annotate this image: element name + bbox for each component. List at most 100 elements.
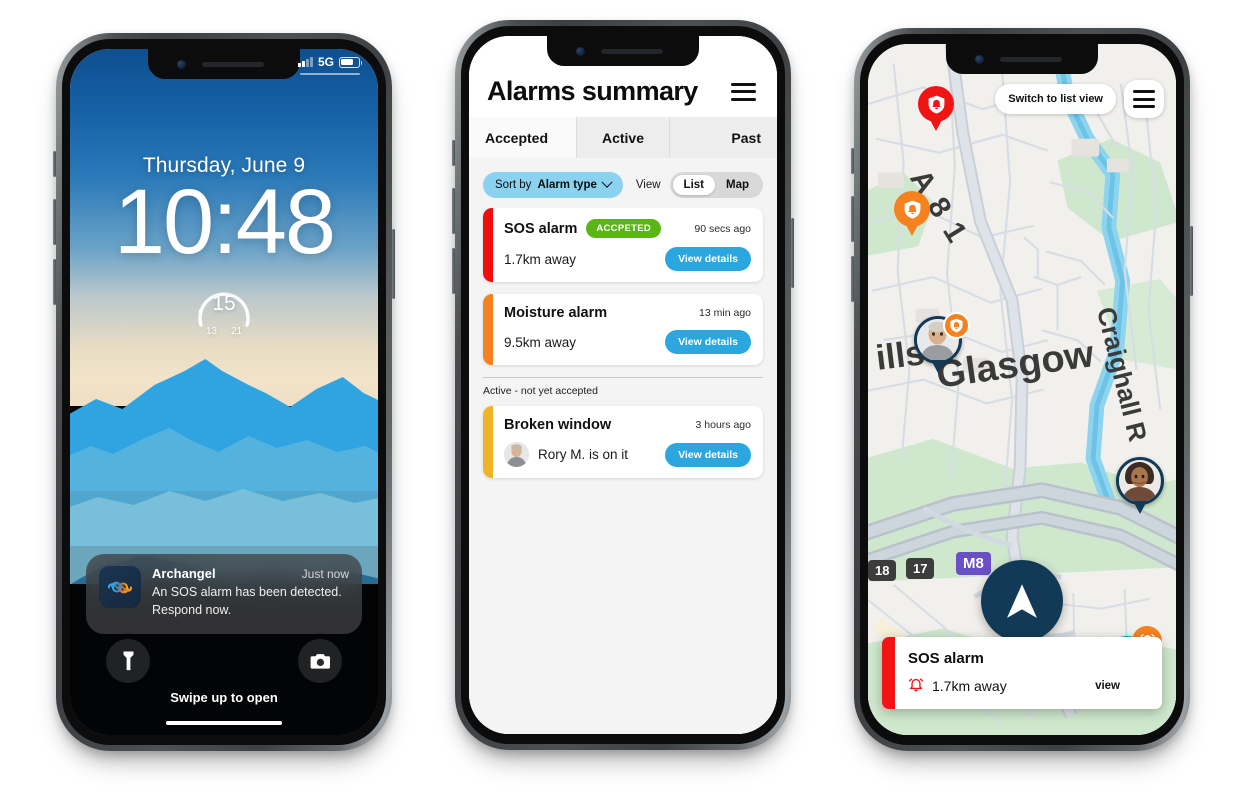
alarm-card-title-group: SOS alarm ACCPETED <box>504 219 661 238</box>
power-button[interactable] <box>1190 226 1193 296</box>
alarm-card-broken-window[interactable]: Broken window 3 hours ago Rory M. is on … <box>483 406 763 478</box>
flashlight-icon[interactable] <box>106 639 150 683</box>
hamburger-menu-icon[interactable] <box>1124 80 1164 118</box>
severity-stripe <box>882 637 895 709</box>
tab-accepted[interactable]: Accepted <box>469 117 578 158</box>
front-camera-icon <box>176 59 186 69</box>
front-camera-icon <box>974 54 984 64</box>
alarm-card-top-row: Broken window 3 hours ago <box>504 417 751 433</box>
alarm-timestamp: 90 secs ago <box>694 222 751 235</box>
view-option-list[interactable]: List <box>672 175 715 195</box>
notification-line-2: Respond now. <box>152 602 232 617</box>
alarm-timestamp: 3 hours ago <box>695 419 751 431</box>
view-details-button[interactable]: View details <box>665 442 751 467</box>
page-title: Alarms summary <box>487 76 698 106</box>
battery-icon <box>339 56 363 68</box>
alarm-card-title-group: Broken window <box>504 417 611 433</box>
alarm-card-title-group: Moisture alarm <box>504 305 607 321</box>
avatar-portrait <box>504 442 529 467</box>
shield-alarm-glyph <box>950 318 963 333</box>
status-bar: 5G <box>298 55 363 69</box>
earpiece-speaker <box>201 61 264 67</box>
sort-dropdown[interactable]: Sort by Alarm type <box>483 172 623 198</box>
lock-screen-display: 5G Thursday, June 9 10:48 15 13 21 Archa… <box>70 49 378 735</box>
notification-line-1: An SOS alarm has been detected. <box>152 585 342 599</box>
earpiece-speaker <box>999 56 1062 62</box>
severity-stripe <box>483 294 493 365</box>
tab-past[interactable]: Past <box>669 117 777 158</box>
map-screen-display: A 8 1 ills Glasgow Craighall R B 18 17 M… <box>868 44 1176 735</box>
tab-bar: Accepted Active Past <box>469 117 777 158</box>
alarm-distance: 1.7km away <box>932 677 1007 694</box>
temperature-range: 13 21 <box>188 326 260 337</box>
alarm-card-moisture[interactable]: Moisture alarm 13 min ago 9.5km away Vie… <box>483 294 763 365</box>
volume-up-button[interactable] <box>452 188 455 234</box>
network-type-label: 5G <box>317 55 334 69</box>
hamburger-menu-icon[interactable] <box>728 80 759 104</box>
alarm-title: Moisture alarm <box>504 305 608 321</box>
navigation-arrow-glyph <box>1004 581 1040 621</box>
signal-bars-icon <box>298 57 313 67</box>
alarm-card-bottom-row: Rory M. is on it View details <box>504 442 751 467</box>
map-alarm-card[interactable]: SOS alarm 1.7km away view <box>882 637 1162 709</box>
shield-alarm-icon <box>928 95 944 114</box>
junction-shield-17: 17 <box>906 558 935 579</box>
alarm-card-body: Broken window 3 hours ago Rory M. is on … <box>493 406 763 478</box>
map-pin-moisture[interactable] <box>894 191 930 227</box>
responder-avatar-second[interactable] <box>1116 457 1164 514</box>
notification-banner[interactable]: Archangel Just now An SOS alarm has been… <box>86 554 362 634</box>
status-underline <box>300 73 360 75</box>
navigation-arrow-icon[interactable] <box>981 560 1063 642</box>
mute-switch[interactable] <box>452 140 455 166</box>
responder-avatar-rory[interactable] <box>914 312 970 373</box>
temperature-widget[interactable]: 15 13 21 <box>188 281 260 339</box>
alarm-card-top-row: Moisture alarm 13 min ago <box>504 305 751 321</box>
view-details-button[interactable]: View details <box>665 330 751 354</box>
view-switcher: View List Map <box>636 172 763 198</box>
power-button[interactable] <box>392 229 395 299</box>
avatar-pin-tail <box>1133 501 1147 514</box>
volume-down-button[interactable] <box>53 259 56 305</box>
alarm-card-bottom-row: 1.7km away View details <box>504 247 751 271</box>
view-segmented-control: List Map <box>669 172 763 198</box>
alarm-timestamp: 13 min ago <box>699 307 751 319</box>
alarm-list: SOS alarm ACCPETED 90 secs ago 1.7km awa… <box>469 208 777 734</box>
alarm-distance-group: 1.7km away <box>908 677 1007 694</box>
volume-down-button[interactable] <box>851 256 854 302</box>
mute-switch[interactable] <box>53 151 56 177</box>
alarm-card-body: SOS alarm ACCPETED 90 secs ago 1.7km awa… <box>493 208 763 282</box>
avatar <box>1116 457 1164 505</box>
volume-down-button[interactable] <box>452 248 455 294</box>
volume-up-button[interactable] <box>851 196 854 242</box>
alarm-card-sos[interactable]: SOS alarm ACCPETED 90 secs ago 1.7km awa… <box>483 208 763 282</box>
home-indicator[interactable] <box>166 721 282 725</box>
view-details-button[interactable]: View details <box>665 247 751 271</box>
severity-stripe <box>483 208 493 282</box>
map-canvas[interactable]: A 8 1 ills Glasgow Craighall R B 18 17 M… <box>868 44 1176 735</box>
assignee-label: Rory M. is on it <box>538 447 629 462</box>
assignee-group: Rory M. is on it <box>504 442 628 467</box>
lock-quick-actions <box>70 639 378 683</box>
alarms-app: Alarms summary Accepted Active Past Sort… <box>469 36 777 734</box>
mute-switch[interactable] <box>851 148 854 174</box>
front-camera-icon <box>575 46 585 56</box>
alarm-card-top-row: SOS alarm ACCPETED 90 secs ago <box>504 219 751 238</box>
temperature-low: 13 <box>205 326 217 337</box>
map-alarm-card-body: SOS alarm 1.7km away view <box>895 637 1162 709</box>
avatar-pin-tail <box>931 360 945 373</box>
volume-up-button[interactable] <box>53 199 56 245</box>
map-pin-sos[interactable] <box>918 86 954 122</box>
power-button[interactable] <box>791 218 794 288</box>
tab-active[interactable]: Active <box>577 117 670 158</box>
alarm-distance: 9.5km away <box>504 334 577 350</box>
view-link[interactable]: view <box>1095 680 1148 692</box>
notification-app-name: Archangel <box>152 566 216 581</box>
avatar-portrait <box>1119 460 1160 501</box>
view-label: View <box>635 179 661 191</box>
switch-to-list-view-button[interactable]: Switch to list view <box>995 84 1116 114</box>
swipe-hint-label: Swipe up to open <box>170 690 278 705</box>
view-option-map[interactable]: Map <box>715 175 760 195</box>
earpiece-speaker <box>600 48 663 54</box>
phone-map-view: A 8 1 ills Glasgow Craighall R B 18 17 M… <box>851 28 1193 751</box>
camera-icon[interactable] <box>298 639 342 683</box>
